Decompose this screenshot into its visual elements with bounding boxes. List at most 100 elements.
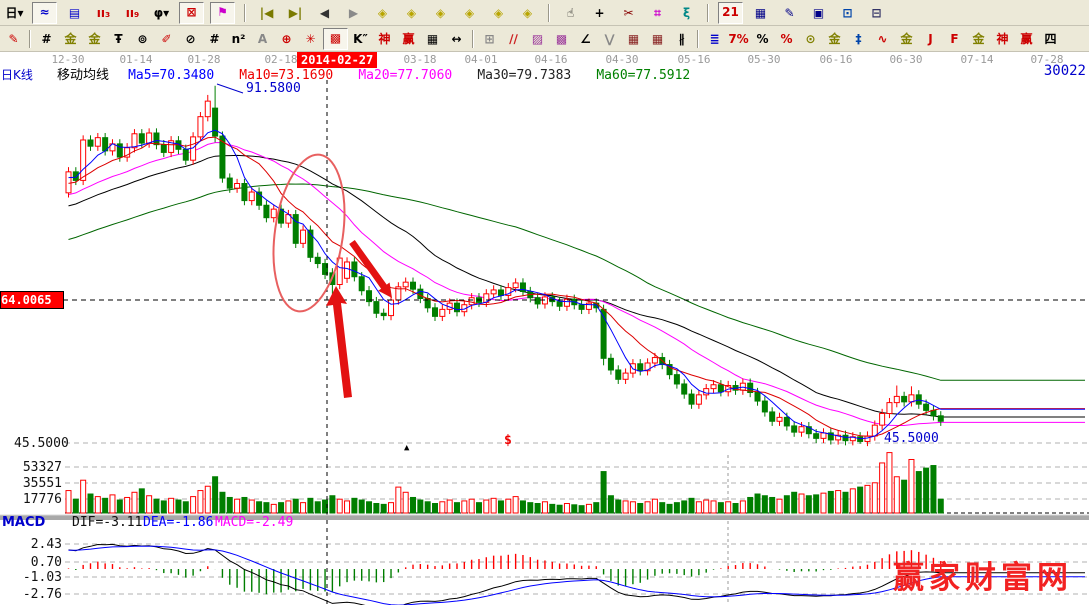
legend-ma5: Ma5=70.3480 <box>128 68 214 83</box>
gold-section-2-icon[interactable]: 金 <box>83 29 106 49</box>
diamond-left-icon[interactable]: ◈ <box>371 3 394 23</box>
toolbar-row-2: ✎#金金Ŧ⊚✐⊘#n²A⊕✳▩K″神赢▦↔⊞∕∕▨▩∠⋁▦▦∦≣7%%%⊙金‡∿… <box>0 26 1089 52</box>
legend-ma60: Ma60=77.5912 <box>596 68 690 83</box>
capture-icon[interactable]: ⊡ <box>836 3 859 23</box>
peak-price-label: 91.5800 <box>246 81 301 96</box>
shen-angle-icon[interactable]: 神 <box>991 29 1014 49</box>
macd-dif-value: DIF=-3.11 <box>72 515 142 530</box>
diamond-star-icon[interactable]: ◈ <box>487 3 510 23</box>
period-selector-icon[interactable]: 日▾ <box>3 3 26 23</box>
calendar-icon[interactable]: 21 <box>718 2 743 24</box>
angle-a-icon[interactable]: A <box>251 29 274 49</box>
dark-grid-2-icon[interactable]: ▦ <box>646 29 669 49</box>
app-window: 日▾ ≈ ▤ ıı₃ ıı₉ φ▾ ⊠ ⚑ |◀ ▶| ◀ ▶ ◈ ◈ ◈ ◈ ◈ ◈ ☝ + ✂ ⌗ ξ 21 ▦ ✎ ▣ ⊡ ⊟ ✎… <box>0 0 1089 605</box>
diamond-full-icon[interactable]: ◈ <box>516 3 539 23</box>
stock-code[interactable]: 30022 <box>1044 63 1086 79</box>
hand-tool-icon[interactable]: ☝ <box>559 3 582 23</box>
wave-tool-icon[interactable]: ∿ <box>871 29 894 49</box>
target-icon[interactable]: ⊕ <box>275 29 298 49</box>
ruler-grid-icon[interactable]: # <box>35 29 58 49</box>
macd-scale-1: 2.43 <box>8 537 62 552</box>
volume-profile-flag-icon[interactable]: ⚑ <box>210 2 235 24</box>
compass-icon[interactable]: ⊘ <box>179 29 202 49</box>
n-squared-icon[interactable]: n² <box>227 29 250 49</box>
cut-tool-icon[interactable]: ✂ <box>617 3 640 23</box>
gold-circle-icon[interactable]: ⊙ <box>799 29 822 49</box>
percent-line-icon[interactable]: % <box>775 29 798 49</box>
wave-percent-icon[interactable]: 7% <box>727 29 750 49</box>
pen-bars-icon[interactable]: ‡ <box>847 29 870 49</box>
toolbar-separator <box>548 4 550 22</box>
gold-angle-2-icon[interactable]: 金 <box>967 29 990 49</box>
width-measure-icon[interactable]: ↔ <box>445 29 468 49</box>
watermark: 赢家财富网 <box>893 552 1073 597</box>
si-angle-icon[interactable]: 四 <box>1039 29 1062 49</box>
red-grid-icon[interactable]: ▩ <box>323 28 348 50</box>
toolbar-separator <box>29 30 31 48</box>
teal-tool-icon[interactable]: ξ <box>675 3 698 23</box>
parallel-hatch-icon[interactable]: ∦ <box>670 29 693 49</box>
fibonacci-ruler-icon[interactable]: Ŧ <box>107 29 130 49</box>
macd-pane-label: MACD <box>2 515 45 530</box>
macd-scale-3: -1.03 <box>8 570 62 585</box>
brush-line-icon[interactable]: ✐ <box>155 29 178 49</box>
gold-line-icon[interactable]: 金 <box>823 29 846 49</box>
jump-last-icon[interactable]: ▶| <box>284 3 307 23</box>
notes-icon[interactable]: ✎ <box>778 3 801 23</box>
stats-list-icon[interactable]: ≣ <box>703 29 726 49</box>
macd-dea-value: DEA=-1.86 <box>143 515 213 530</box>
trend-lines-icon[interactable]: ∠ <box>574 29 597 49</box>
step-back-icon[interactable]: ◀ <box>313 3 336 23</box>
crosshair-tool-icon[interactable]: + <box>588 3 611 23</box>
macd-scale-2: 0.70 <box>8 555 62 570</box>
crosshair-price-tag: 64.0065 <box>0 291 64 309</box>
diamond-right-icon[interactable]: ◈ <box>400 3 423 23</box>
marker-dollar: $ <box>504 433 512 448</box>
save-icon[interactable]: ▣ <box>807 3 830 23</box>
gann-fan-icon[interactable]: ∕∕ <box>502 29 525 49</box>
jump-first-icon[interactable]: |◀ <box>255 3 278 23</box>
toolbar-row-1: 日▾ ≈ ▤ ıı₃ ıı₉ φ▾ ⊠ ⚑ |◀ ▶| ◀ ▶ ◈ ◈ ◈ ◈ ◈ ◈ ☝ + ✂ ⌗ ξ 21 ▦ ✎ ▣ ⊡ ⊟ <box>0 0 1089 26</box>
dark-grid-1-icon[interactable]: ▦ <box>622 29 645 49</box>
diamond-horizontal-icon[interactable]: ◈ <box>429 3 452 23</box>
bars-3-icon[interactable]: ıı₃ <box>92 3 115 23</box>
gann-box-icon[interactable]: ▨ <box>526 29 549 49</box>
draw-brush-icon[interactable]: ✎ <box>2 29 25 49</box>
k-double-icon[interactable]: K″ <box>349 29 372 49</box>
toolbar-separator <box>244 4 246 22</box>
diamond-plus-icon[interactable]: ◈ <box>458 3 481 23</box>
info-panel-icon[interactable]: ▤ <box>63 3 86 23</box>
ying-angle-icon[interactable]: 赢 <box>1015 29 1038 49</box>
gold-angle-icon[interactable]: 金 <box>895 29 918 49</box>
shen-grid-icon[interactable]: 神 <box>373 29 396 49</box>
macd-scale-4: -2.76 <box>8 587 62 602</box>
ruler-2-icon[interactable]: # <box>203 29 226 49</box>
volume-scale-2: 35551 <box>8 476 62 491</box>
gann-grid-icon[interactable]: ▩ <box>550 29 573 49</box>
step-forward-icon[interactable]: ▶ <box>342 3 365 23</box>
grid-123-icon[interactable]: ▦ <box>421 29 444 49</box>
low-annotation-label: 45.5000 <box>884 431 939 446</box>
v-lines-icon[interactable]: ⋁ <box>598 29 621 49</box>
gold-section-1-icon[interactable]: 金 <box>59 29 82 49</box>
print-icon[interactable]: ⊟ <box>865 3 888 23</box>
j-angle-icon[interactable]: J <box>919 29 942 49</box>
pattern-box-icon[interactable]: ⊠ <box>179 2 204 24</box>
kline-pane-label: 日K线 <box>1 66 33 83</box>
legend-title: 移动均线 <box>57 68 109 83</box>
legend-ma30: Ma30=79.7383 <box>477 68 571 83</box>
ying-grid-icon[interactable]: 赢 <box>397 29 420 49</box>
percent-icon[interactable]: % <box>751 29 774 49</box>
date-label: 06-30 <box>878 53 934 66</box>
bars-9-icon[interactable]: ıı₉ <box>121 3 144 23</box>
toolbar-separator <box>697 30 699 48</box>
chart-overlay-icon[interactable]: ≈ <box>32 2 57 24</box>
net-grid-tool-icon[interactable]: ⌗ <box>646 3 669 23</box>
star-grid-icon[interactable]: ✳ <box>299 29 322 49</box>
calculator-icon[interactable]: ▦ <box>749 3 772 23</box>
window-layout-icon[interactable]: ⊞ <box>478 29 501 49</box>
candle-style-icon[interactable]: φ▾ <box>150 3 173 23</box>
f-angle-icon[interactable]: F <box>943 29 966 49</box>
cycle-circle-icon[interactable]: ⊚ <box>131 29 154 49</box>
price-45-label: 45.5000 <box>14 436 69 451</box>
